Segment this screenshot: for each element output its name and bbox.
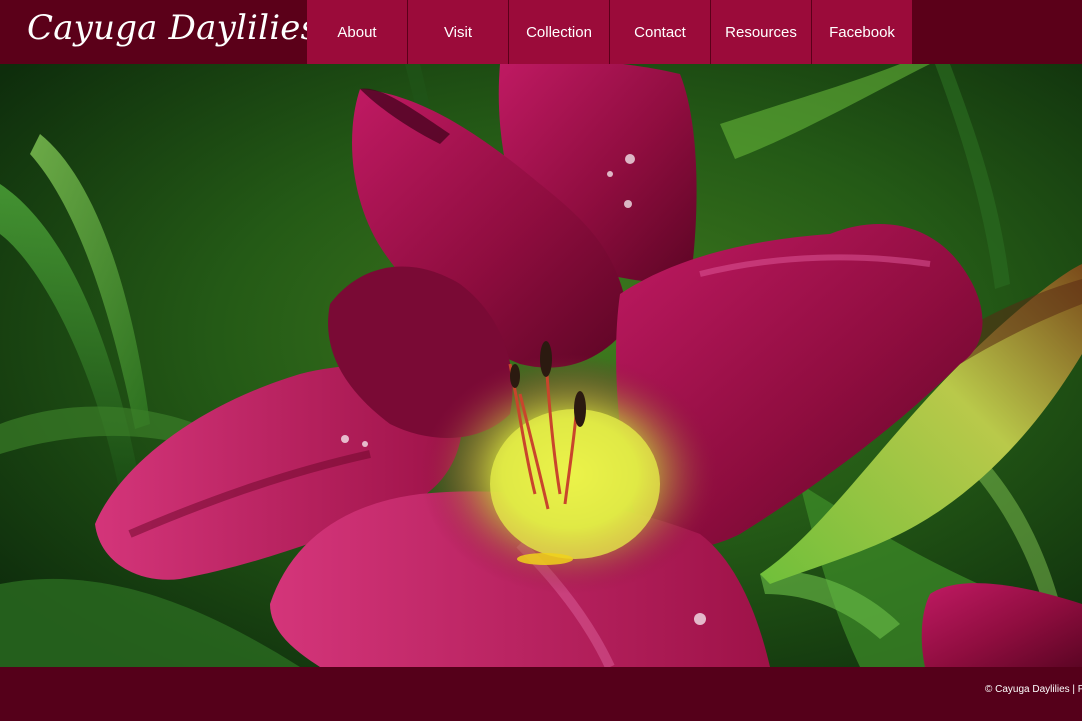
main-nav: About Visit Collection Contact Resources…	[307, 0, 913, 64]
nav-item-visit[interactable]: Visit	[408, 0, 508, 64]
copyright-text: © Cayuga Daylilies | P	[985, 684, 1082, 695]
nav-item-about[interactable]: About	[307, 0, 407, 64]
nav-item-resources[interactable]: Resources	[711, 0, 811, 64]
nav-item-facebook[interactable]: Facebook	[812, 0, 912, 64]
nav-item-collection[interactable]: Collection	[509, 0, 609, 64]
site-header: Cayuga Daylilies About Visit Collection …	[0, 0, 1082, 64]
site-footer: © Cayuga Daylilies | P	[0, 667, 1082, 721]
site-title[interactable]: Cayuga Daylilies	[27, 6, 318, 50]
daylily-photo	[0, 64, 1082, 667]
nav-item-contact[interactable]: Contact	[610, 0, 710, 64]
hero-image	[0, 64, 1082, 667]
